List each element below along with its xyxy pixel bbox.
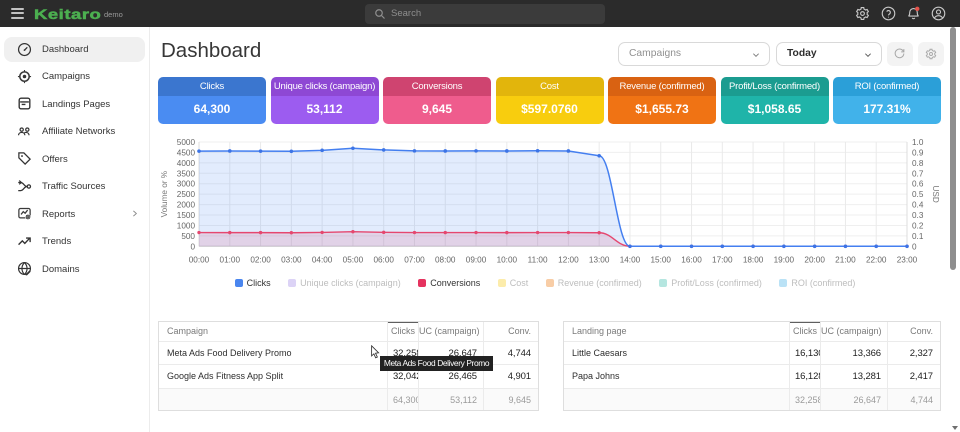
svg-text:23:00: 23:00 (897, 255, 918, 264)
svg-text:18:00: 18:00 (743, 255, 764, 264)
svg-text:4000: 4000 (177, 159, 196, 168)
svg-text:0.7: 0.7 (912, 169, 924, 178)
svg-text:04:00: 04:00 (312, 255, 333, 264)
svg-text:1000: 1000 (177, 221, 196, 230)
svg-text:1500: 1500 (177, 211, 196, 220)
svg-text:500: 500 (181, 232, 195, 241)
svg-text:0.9: 0.9 (912, 148, 924, 157)
svg-text:14:00: 14:00 (620, 255, 641, 264)
svg-text:17:00: 17:00 (712, 255, 733, 264)
svg-text:16:00: 16:00 (681, 255, 702, 264)
svg-text:0.1: 0.1 (912, 232, 924, 241)
svg-text:09:00: 09:00 (466, 255, 487, 264)
svg-text:02:00: 02:00 (250, 255, 271, 264)
svg-text:08:00: 08:00 (435, 255, 456, 264)
svg-text:10:00: 10:00 (497, 255, 518, 264)
svg-text:13:00: 13:00 (589, 255, 610, 264)
svg-text:0: 0 (912, 242, 917, 251)
svg-text:0.4: 0.4 (912, 201, 924, 210)
svg-text:5000: 5000 (177, 138, 196, 147)
svg-text:06:00: 06:00 (373, 255, 394, 264)
svg-text:03:00: 03:00 (281, 255, 302, 264)
svg-text:21:00: 21:00 (835, 255, 856, 264)
svg-text:3000: 3000 (177, 180, 196, 189)
svg-text:0.3: 0.3 (912, 211, 924, 220)
svg-text:0.2: 0.2 (912, 221, 924, 230)
svg-text:0: 0 (190, 242, 195, 251)
svg-text:4500: 4500 (177, 148, 196, 157)
svg-text:Volume or %: Volume or % (160, 171, 169, 217)
svg-text:0.5: 0.5 (912, 190, 924, 199)
svg-text:19:00: 19:00 (774, 255, 795, 264)
svg-text:12:00: 12:00 (558, 255, 579, 264)
svg-text:3500: 3500 (177, 169, 196, 178)
svg-text:15:00: 15:00 (650, 255, 671, 264)
svg-text:2000: 2000 (177, 201, 196, 210)
svg-text:05:00: 05:00 (343, 255, 364, 264)
svg-text:0.6: 0.6 (912, 180, 924, 189)
svg-text:00:00: 00:00 (189, 255, 210, 264)
svg-text:20:00: 20:00 (804, 255, 825, 264)
svg-text:11:00: 11:00 (528, 255, 548, 264)
svg-text:USD: USD (931, 186, 940, 203)
svg-text:1.0: 1.0 (912, 138, 924, 147)
svg-text:01:00: 01:00 (220, 255, 241, 264)
svg-text:07:00: 07:00 (404, 255, 425, 264)
svg-text:2500: 2500 (177, 190, 196, 199)
svg-text:22:00: 22:00 (866, 255, 887, 264)
svg-text:0.8: 0.8 (912, 159, 924, 168)
